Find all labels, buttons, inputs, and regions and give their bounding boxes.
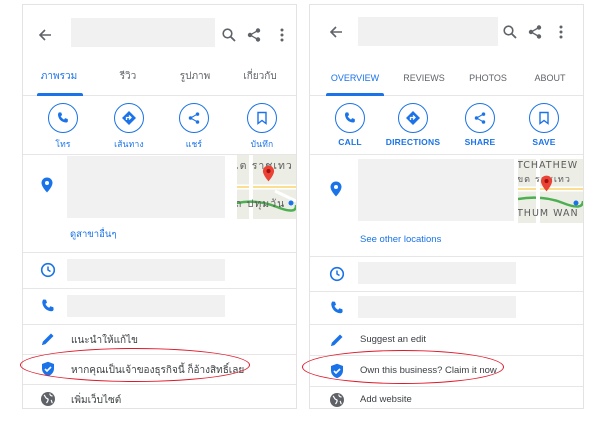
save-label: บันทึก bbox=[250, 139, 274, 149]
tab-reviews[interactable]: รีวิว bbox=[103, 69, 153, 84]
arrow-left-icon[interactable] bbox=[328, 24, 344, 40]
globe-icon bbox=[41, 392, 55, 406]
location-section: เต ราชเทว ถ ปทุมวัน ดูสาขาอื่นๆ bbox=[23, 155, 296, 253]
phone-icon bbox=[331, 301, 343, 314]
search-icon[interactable] bbox=[221, 27, 237, 43]
add-website-row[interactable]: Add website bbox=[310, 387, 583, 408]
phone-placeholder bbox=[358, 296, 516, 318]
share-icon bbox=[474, 112, 486, 124]
map-label-top: TCHATHEW bbox=[518, 160, 579, 171]
phone-placeholder bbox=[67, 295, 225, 317]
search-icon[interactable] bbox=[502, 24, 518, 40]
pencil-icon bbox=[331, 334, 343, 346]
place-panel-english: OVERVIEW REVIEWS PHOTOS ABOUT CALL DIREC… bbox=[309, 4, 584, 409]
tab-photos[interactable]: PHOTOS bbox=[460, 73, 516, 83]
tab-about[interactable]: เกี่ยวกับ bbox=[230, 69, 290, 84]
tab-photos[interactable]: รูปภาพ bbox=[167, 69, 223, 84]
arrow-left-icon[interactable] bbox=[37, 27, 53, 43]
phone-icon bbox=[345, 112, 355, 123]
suggest-edit-label: แนะนำให้แก้ไข bbox=[71, 335, 138, 346]
tab-about[interactable]: ABOUT bbox=[522, 73, 578, 83]
phone-row[interactable] bbox=[23, 289, 296, 325]
see-other-locations-link[interactable]: See other locations bbox=[360, 234, 441, 245]
hours-placeholder bbox=[358, 262, 516, 284]
location-pin-icon bbox=[330, 181, 342, 197]
add-website-label: เพิ่มเว็บไซต์ bbox=[71, 395, 122, 406]
clock-icon bbox=[40, 262, 56, 278]
action-bar: โทร เส้นทาง แชร์ บันทึก bbox=[23, 96, 296, 155]
location-pin-icon bbox=[41, 177, 53, 193]
call-label: โทร bbox=[55, 139, 71, 149]
share-icon[interactable] bbox=[527, 24, 543, 40]
call-button[interactable]: CALL bbox=[320, 103, 380, 147]
location-section: TCHATHEW ขต ราชเทว THUM WAN See other lo… bbox=[310, 155, 583, 257]
map-pin-icon bbox=[540, 175, 553, 192]
share-button[interactable]: SHARE bbox=[450, 103, 510, 147]
place-title-placeholder bbox=[71, 18, 215, 47]
map-thumbnail[interactable]: TCHATHEW ขต ราชเทว THUM WAN bbox=[518, 159, 583, 223]
share-button[interactable]: แชร์ bbox=[164, 103, 224, 151]
hours-row[interactable] bbox=[23, 253, 296, 289]
app-bar bbox=[310, 5, 583, 61]
directions-label: DIRECTIONS bbox=[385, 137, 441, 147]
bookmark-icon bbox=[257, 111, 267, 125]
directions-icon bbox=[122, 111, 136, 125]
add-website-label: Add website bbox=[360, 394, 412, 405]
address-placeholder bbox=[358, 159, 514, 221]
share-icon bbox=[188, 112, 200, 124]
directions-label: เส้นทาง bbox=[114, 139, 144, 149]
address-placeholder bbox=[67, 156, 225, 218]
bookmark-icon bbox=[539, 111, 549, 125]
phone-row[interactable] bbox=[310, 292, 583, 325]
directions-button[interactable]: เส้นทาง bbox=[99, 103, 159, 151]
call-label: CALL bbox=[338, 137, 362, 147]
more-vert-icon[interactable] bbox=[553, 24, 569, 40]
place-title-placeholder bbox=[358, 17, 498, 46]
phone-icon bbox=[58, 112, 68, 123]
directions-icon bbox=[406, 111, 420, 125]
tab-bar: OVERVIEW REVIEWS PHOTOS ABOUT bbox=[310, 63, 583, 96]
save-button[interactable]: SAVE bbox=[514, 103, 574, 147]
highlight-oval-thai bbox=[20, 348, 250, 382]
highlight-oval-english bbox=[302, 350, 504, 384]
share-label: SHARE bbox=[464, 137, 496, 147]
tab-bar: ภาพรวม รีวิว รูปภาพ เกี่ยวกับ bbox=[23, 63, 296, 96]
hours-placeholder bbox=[67, 259, 225, 281]
add-website-row[interactable]: เพิ่มเว็บไซต์ bbox=[23, 385, 296, 408]
map-label-bottom: THUM WAN bbox=[518, 208, 579, 219]
tab-overview[interactable]: ภาพรวม bbox=[31, 69, 87, 84]
save-button[interactable]: บันทึก bbox=[232, 103, 292, 151]
suggest-edit-label: Suggest an edit bbox=[360, 334, 427, 345]
save-label: SAVE bbox=[532, 137, 556, 147]
pencil-icon bbox=[42, 333, 54, 345]
share-label: แชร์ bbox=[185, 139, 203, 149]
share-icon[interactable] bbox=[246, 27, 262, 43]
hours-row[interactable] bbox=[310, 257, 583, 292]
map-label-bottom: ถ ปทุมวัน bbox=[237, 198, 286, 210]
call-button[interactable]: โทร bbox=[33, 103, 93, 151]
more-vert-icon[interactable] bbox=[274, 27, 290, 43]
map-pin-icon bbox=[262, 165, 275, 182]
phone-icon bbox=[42, 299, 54, 312]
globe-icon bbox=[330, 393, 344, 407]
directions-button[interactable]: DIRECTIONS bbox=[383, 103, 443, 147]
clock-icon bbox=[329, 266, 345, 282]
tab-reviews[interactable]: REVIEWS bbox=[394, 73, 454, 83]
see-other-locations-link[interactable]: ดูสาขาอื่นๆ bbox=[70, 227, 116, 242]
tab-overview[interactable]: OVERVIEW bbox=[322, 73, 388, 83]
action-bar: CALL DIRECTIONS SHARE SAVE bbox=[310, 96, 583, 155]
app-bar bbox=[23, 5, 296, 61]
map-thumbnail[interactable]: เต ราชเทว ถ ปทุมวัน bbox=[237, 155, 296, 219]
